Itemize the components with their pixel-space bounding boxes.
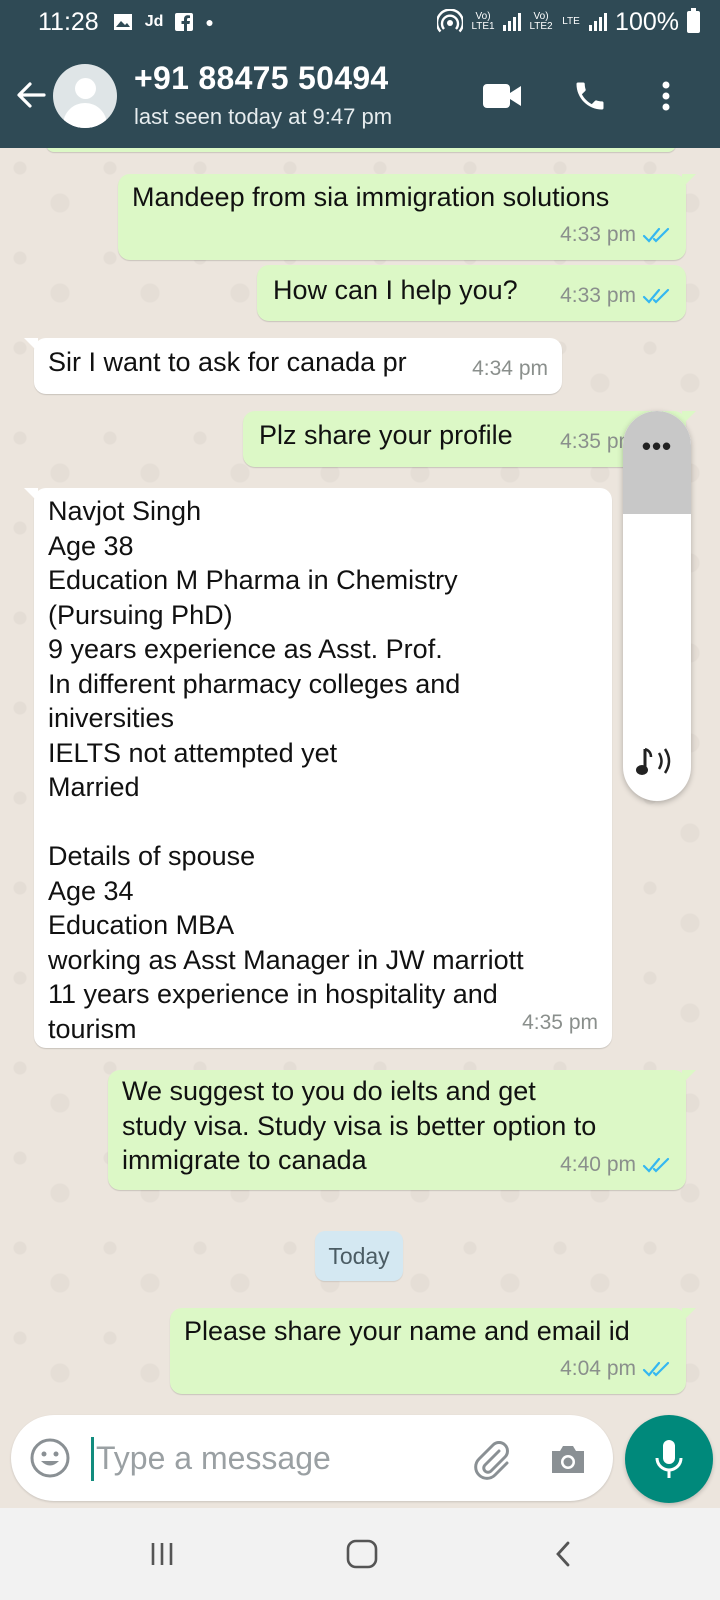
camera-icon[interactable] [546, 1437, 590, 1481]
sim1-label: Vo) LTE1 [471, 11, 495, 32]
message-bubble-outgoing[interactable]: Please share your name and email id 4:04… [170, 1308, 696, 1394]
message-bubble-outgoing[interactable]: Mandeep from sia immigration solutions 4… [118, 174, 696, 260]
chat-header: +91 88475 50494 last seen today at 9:47 … [0, 44, 720, 148]
video-call-button[interactable] [480, 74, 524, 118]
message-meta: 4:04 pm [560, 1352, 672, 1387]
message-meta: 4:35 pm [522, 1006, 598, 1041]
system-navigation-bar [0, 1508, 720, 1600]
message-bubble-incoming[interactable]: Sir I want to ask for canada pr 4:34 pm [24, 338, 562, 394]
sim2-label: Vo) LTE2 [529, 11, 553, 32]
status-left-icons: Jd ● [113, 13, 214, 31]
bubble-tail [682, 174, 696, 188]
message-composer [11, 1415, 613, 1501]
battery-percent: 100% [615, 7, 679, 36]
message-text: Mandeep from sia immigration solutions [132, 182, 610, 212]
read-receipt-icon [642, 288, 670, 304]
bubble-tail [682, 411, 696, 425]
message-meta: 4:40 pm [560, 1148, 672, 1183]
message-time: 4:33 pm [560, 283, 636, 307]
scroll-thumb[interactable] [623, 411, 691, 514]
message-text: How can I help you? [273, 275, 518, 305]
read-receipt-icon [642, 1361, 670, 1377]
message-bubble-outgoing[interactable]: We suggest to you do ielts and get study… [108, 1070, 696, 1190]
status-right-icons: Vo) LTE1 Vo) LTE2 LTE 100% [437, 8, 700, 37]
message-time: 4:33 pm [560, 222, 636, 246]
partial-message-bubble[interactable] [46, 148, 676, 152]
avatar-body-shape [63, 103, 107, 128]
contact-name[interactable]: +91 88475 50494 [134, 60, 389, 97]
signal-icon-sim1 [503, 13, 522, 31]
signal-icon-sim2 [589, 13, 608, 31]
date-separator: Today [315, 1231, 403, 1281]
message-bubble-incoming[interactable]: Navjot Singh Age 38 Education M Pharma i… [24, 488, 612, 1048]
video-camera-icon [483, 84, 521, 108]
gallery-icon [113, 14, 132, 30]
avatar-head-shape [75, 78, 96, 99]
arrow-left-icon [17, 82, 46, 108]
bubble-tail [682, 1070, 696, 1084]
message-time: 4:35 pm [522, 1010, 598, 1034]
back-nav-button[interactable] [540, 1530, 588, 1578]
message-input[interactable] [96, 1435, 456, 1481]
message-meta: 4:34 pm [472, 352, 548, 387]
music-volume-icon[interactable] [635, 741, 679, 781]
message-text: Navjot Singh Age 38 Education M Pharma i… [48, 496, 524, 1044]
chevron-left-icon [556, 1541, 570, 1567]
last-seen-status: last seen today at 9:47 pm [134, 104, 393, 129]
hotspot-icon [437, 9, 464, 33]
bubble-tail [682, 1308, 696, 1322]
home-icon [346, 1539, 378, 1569]
popup-menu-button[interactable]: ••• [623, 431, 691, 462]
text-cursor [91, 1437, 94, 1481]
voice-record-button[interactable] [625, 1415, 713, 1503]
chat-area[interactable]: Mandeep from sia immigration solutions 4… [0, 148, 720, 1408]
message-text: Plz share your profile [259, 420, 513, 450]
battery-icon [687, 8, 700, 33]
lte-label: LTE [562, 16, 580, 27]
recent-apps-button[interactable] [138, 1530, 186, 1578]
scroll-popup[interactable]: ••• [623, 411, 691, 801]
status-bar: 11:28 Jd ● Vo) LTE1 Vo) LTE2 LTE 100% [0, 0, 720, 44]
paperclip-icon[interactable] [469, 1437, 513, 1481]
status-time: 11:28 [38, 7, 99, 36]
facebook-icon [175, 13, 194, 31]
message-meta: 4:33 pm [560, 218, 672, 253]
message-bubble-outgoing[interactable]: How can I help you? 4:33 pm [257, 265, 686, 321]
microphone-icon [655, 1440, 683, 1478]
more-options-button[interactable] [644, 74, 688, 118]
avatar[interactable] [53, 64, 117, 128]
dot-icon: ● [205, 14, 214, 30]
message-bubble-outgoing[interactable]: Plz share your profile 4:35 pm [243, 411, 696, 467]
home-button[interactable] [338, 1530, 386, 1578]
phone-icon [576, 82, 604, 110]
kebab-menu-icon [662, 81, 670, 111]
emoji-icon[interactable] [29, 1437, 71, 1479]
bubble-tail [24, 338, 38, 352]
back-button[interactable] [14, 78, 48, 112]
message-text: Please share your name and email id [184, 1316, 630, 1346]
read-receipt-icon [642, 1157, 670, 1173]
message-text: Sir I want to ask for canada pr [48, 347, 407, 377]
message-text: We suggest to you do ielts and get study… [122, 1076, 597, 1175]
voice-call-button[interactable] [568, 74, 612, 118]
read-receipt-icon [642, 227, 670, 243]
message-meta: 4:33 pm [560, 279, 672, 314]
jd-icon: Jd [144, 13, 164, 30]
message-time: 4:40 pm [560, 1152, 636, 1176]
message-time: 4:04 pm [560, 1356, 636, 1380]
bubble-tail [24, 488, 38, 502]
message-time: 4:34 pm [472, 356, 548, 380]
recent-apps-icon [151, 1543, 173, 1565]
